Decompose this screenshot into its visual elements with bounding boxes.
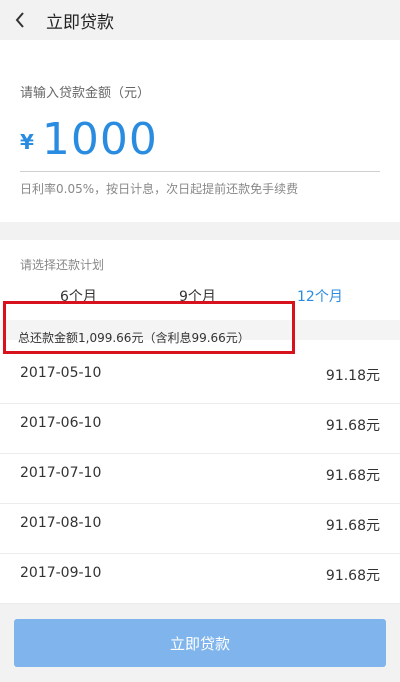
row-date: 2017-05-10 xyxy=(20,365,102,381)
page-title: 立即贷款 xyxy=(46,12,114,33)
row-amount: 91.68元 xyxy=(325,518,380,534)
row-date: 2017-08-10 xyxy=(20,515,102,531)
row-amount: 91.68元 xyxy=(325,418,380,434)
schedule-row: 2017-06-10 91.68元 xyxy=(0,404,400,454)
row-amount: 91.18元 xyxy=(325,368,380,384)
tab-12-months[interactable]: 12个月 xyxy=(297,286,343,306)
back-arrow-icon[interactable] xyxy=(0,0,40,40)
amount-value: 1000 xyxy=(41,114,158,165)
row-date: 2017-06-10 xyxy=(20,415,102,431)
amount-label: 请输入贷款金额（元） xyxy=(20,86,151,101)
schedule-row: 2017-05-10 91.18元 xyxy=(0,354,400,404)
repayment-schedule: 2017-05-10 91.18元 2017-06-10 91.68元 2017… xyxy=(0,354,400,604)
amount-input[interactable]: ¥ 1000 xyxy=(20,108,380,172)
rate-note: 日利率0.05%，按日计息，次日起提前还款免手续费 xyxy=(20,182,299,196)
schedule-row: 2017-07-10 91.68元 xyxy=(0,454,400,504)
currency-symbol: ¥ xyxy=(20,129,34,154)
schedule-row: 2017-08-10 91.68元 xyxy=(0,504,400,554)
row-date: 2017-09-10 xyxy=(20,565,102,581)
row-amount: 91.68元 xyxy=(325,468,380,484)
highlight-box xyxy=(3,301,295,354)
apply-loan-button[interactable]: 立即贷款 xyxy=(14,619,386,667)
schedule-row: 2017-09-10 91.68元 xyxy=(0,554,400,604)
plan-label: 请选择还款计划 xyxy=(20,258,105,272)
row-amount: 91.68元 xyxy=(325,568,380,584)
nav-bar: 立即贷款 xyxy=(0,0,400,40)
row-date: 2017-07-10 xyxy=(20,465,102,481)
